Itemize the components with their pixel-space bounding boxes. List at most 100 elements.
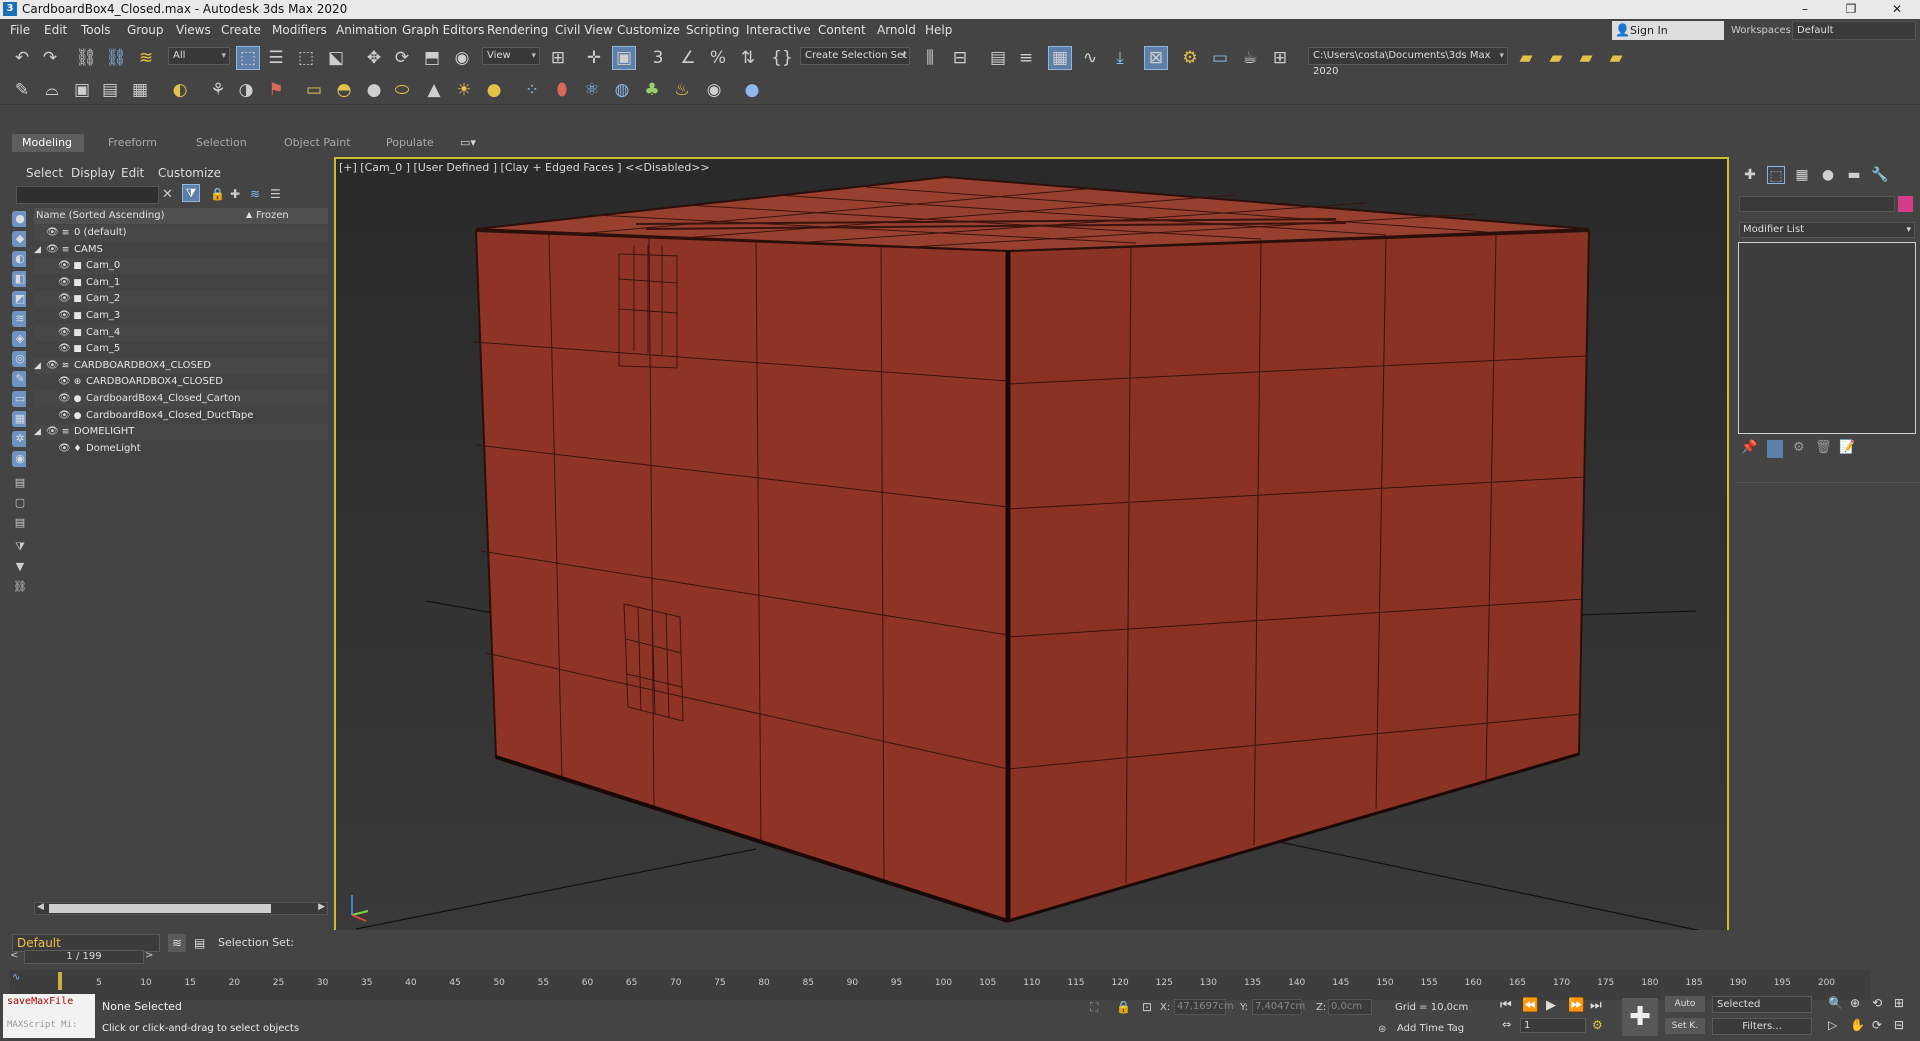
walk-icon[interactable]: ⟳ [1872, 1018, 1882, 1032]
explorer-menu-customize[interactable]: Customize [158, 166, 221, 180]
pivot-center-icon[interactable]: ⊞ [546, 46, 570, 70]
show-end-result-icon[interactable] [1767, 440, 1783, 458]
tree-row[interactable]: 👁 ■ Cam_1 [34, 274, 328, 291]
align-icon[interactable]: ⊟ [948, 46, 972, 70]
visibility-eye-icon[interactable]: 👁 [58, 441, 71, 457]
time-slider-next-icon[interactable]: > [145, 950, 153, 961]
tree-row[interactable]: 👁 ● CardboardBox4_Closed_Carton [34, 391, 328, 407]
hdri-icon[interactable]: ◑ [234, 78, 258, 102]
edit-named-sets-icon[interactable]: {} [770, 46, 794, 70]
menu-rendering[interactable]: Rendering [487, 23, 548, 37]
link-icon[interactable]: ⛓ [74, 46, 98, 70]
viewport-label[interactable]: [+] [Cam_0 ] [User Defined ] [Clay + Edg… [339, 161, 710, 174]
track-bar[interactable]: ∿ 5 10 15 20 25 30 35 40 45 50 55 60 65 70 75 80 85 90 95 1… [10, 970, 1870, 1000]
column-name[interactable]: Name (Sorted Ascending) [36, 210, 165, 221]
visibility-eye-icon[interactable]: 👁 [46, 242, 59, 258]
rotate-icon[interactable]: ⟳ [390, 46, 414, 70]
light-lister-icon[interactable]: ◐ [168, 78, 192, 102]
set-key-big-icon[interactable]: ✚ [1622, 998, 1658, 1036]
sign-in-dropdown[interactable]: 👤 Sign In [1612, 21, 1724, 40]
viewport-canvas[interactable] [336, 159, 1727, 940]
configure-sets-icon[interactable]: 📝 [1839, 440, 1855, 455]
project-folder-select[interactable]: C:\Users\costa\Documents\3ds Max 2020 [1308, 47, 1508, 77]
create-disc-icon[interactable]: ⬭ [390, 78, 414, 102]
create-plane-icon[interactable]: ▭ [302, 78, 326, 102]
scatter-icon[interactable]: ⁘ [520, 78, 544, 102]
close-button[interactable]: ✕ [1874, 0, 1920, 19]
placement-icon[interactable]: ◉ [450, 46, 474, 70]
visibility-eye-icon[interactable]: 👁 [58, 325, 71, 341]
project-settings-icon[interactable]: ▰ [1604, 46, 1628, 70]
container-icon[interactable]: ▣ [70, 78, 94, 102]
keyboard-shortcut-icon[interactable]: ▣ [612, 46, 636, 70]
goto-end-icon[interactable]: ⏭ [1590, 998, 1602, 1013]
render-setup-icon[interactable]: ⚙ [1178, 46, 1202, 70]
window-crossing-icon[interactable]: ⬕ [324, 46, 348, 70]
x-coordinate-input[interactable]: 47,1697cm [1174, 999, 1234, 1015]
motion-tab-icon[interactable]: ● [1819, 166, 1837, 184]
scene-converter-icon[interactable]: ⚑ [264, 78, 288, 102]
named-selection-set-select[interactable]: Create Selection Set [800, 47, 910, 65]
menu-content[interactable]: Content [818, 23, 866, 37]
rendered-frame-icon[interactable]: ▭ [1208, 46, 1232, 70]
remove-modifier-icon[interactable]: 🗑 [1815, 440, 1832, 455]
plant-icon[interactable]: ♣ [640, 78, 664, 102]
hair-icon[interactable]: ♨ [670, 78, 694, 102]
project-folder-icon[interactable]: ▰ [1514, 46, 1538, 70]
tab-selection[interactable]: Selection [186, 134, 257, 152]
viewport-layout-icon[interactable]: ⊟ [1894, 1018, 1904, 1032]
ribbon-options-icon[interactable]: ▭▾ [460, 136, 476, 149]
filter-toggle-icon[interactable]: ⧩ [182, 184, 200, 202]
set-key-button[interactable]: Set K. [1665, 1018, 1705, 1034]
scroll-right-icon[interactable]: ▶ [318, 902, 325, 912]
explorer-horizontal-scrollbar[interactable]: ◀ ▶ [34, 902, 328, 915]
visibility-eye-icon[interactable]: 👁 [58, 374, 71, 390]
grid-box-icon[interactable]: ▦ [128, 78, 152, 102]
hierarchy-tab-icon[interactable]: ▦ [1793, 166, 1811, 184]
viewport-camera[interactable]: [+] [Cam_0 ] [User Defined ] [Clay + Edg… [334, 157, 1729, 942]
modifier-list-select[interactable]: Modifier List ▾ [1739, 222, 1915, 238]
key-filter-select[interactable]: Selected [1712, 996, 1812, 1013]
zoom-icon[interactable]: 🔍 [1828, 996, 1843, 1010]
expand-arrow-icon[interactable]: ◢ [34, 424, 41, 440]
object-color-swatch[interactable] [1898, 196, 1913, 212]
play-icon[interactable]: ▶ [1546, 998, 1556, 1013]
make-unique-icon[interactable]: ⚙ [1793, 440, 1805, 455]
render-production-icon[interactable]: ☕ [1238, 46, 1262, 70]
tree-row[interactable]: 👁 ⊕ CARDBOARDBOX4_CLOSED [34, 374, 328, 391]
unlink-icon[interactable]: ⛓ [104, 46, 128, 70]
tree-row[interactable]: ◢ 👁 ≡ CAMS [34, 241, 328, 258]
tree-row[interactable]: 👁 ■ Cam_5 [34, 341, 328, 358]
tree-row[interactable]: 👁 ■ Cam_2 [34, 291, 328, 308]
layer-stack-icon[interactable]: ≋ [168, 934, 186, 952]
visibility-eye-icon[interactable]: 👁 [46, 225, 59, 241]
selection-filter-select[interactable]: All [168, 47, 230, 65]
layer-toolbar-icon[interactable]: ▤ [194, 936, 205, 950]
select-object-icon[interactable]: ⬚ [236, 46, 260, 70]
layer-explorer-icon[interactable]: ≡ [1014, 46, 1038, 70]
render-sphere-icon[interactable]: ● [740, 78, 764, 102]
utilities-tab-icon[interactable]: 🔧 [1871, 166, 1889, 184]
percent-snap-icon[interactable]: % [706, 46, 730, 70]
selection-lock-icon[interactable]: 🔒 [1116, 1000, 1131, 1014]
column-frozen[interactable]: Frozen [256, 210, 289, 221]
rect-selection-icon[interactable]: ⬚ [294, 46, 318, 70]
current-frame-input[interactable]: 1 [1520, 1018, 1586, 1033]
app-icon[interactable]: 3 [3, 2, 17, 16]
object-name-input[interactable] [1739, 196, 1895, 212]
material-ball-icon[interactable]: ◉ [702, 78, 726, 102]
expand-arrow-icon[interactable]: ◢ [34, 358, 41, 374]
time-config-icon[interactable]: ⚙ [1592, 1018, 1603, 1032]
scrollbar-thumb[interactable] [49, 904, 271, 913]
reference-coordinate-select[interactable]: View [482, 47, 540, 65]
scale-icon[interactable]: ⬒ [420, 46, 444, 70]
menu-animation[interactable]: Animation [336, 23, 397, 37]
explorer-menu-display[interactable]: Display [71, 166, 115, 180]
maximize-button[interactable]: ❐ [1828, 0, 1874, 19]
menu-group[interactable]: Group [127, 23, 164, 37]
explorer-search-input[interactable] [16, 186, 159, 204]
orbit-icon[interactable]: ⟲ [1872, 996, 1882, 1010]
menu-interactive[interactable]: Interactive [746, 23, 811, 37]
key-filters-button[interactable]: Filters... [1712, 1018, 1812, 1035]
move-icon[interactable]: ✥ [362, 46, 386, 70]
